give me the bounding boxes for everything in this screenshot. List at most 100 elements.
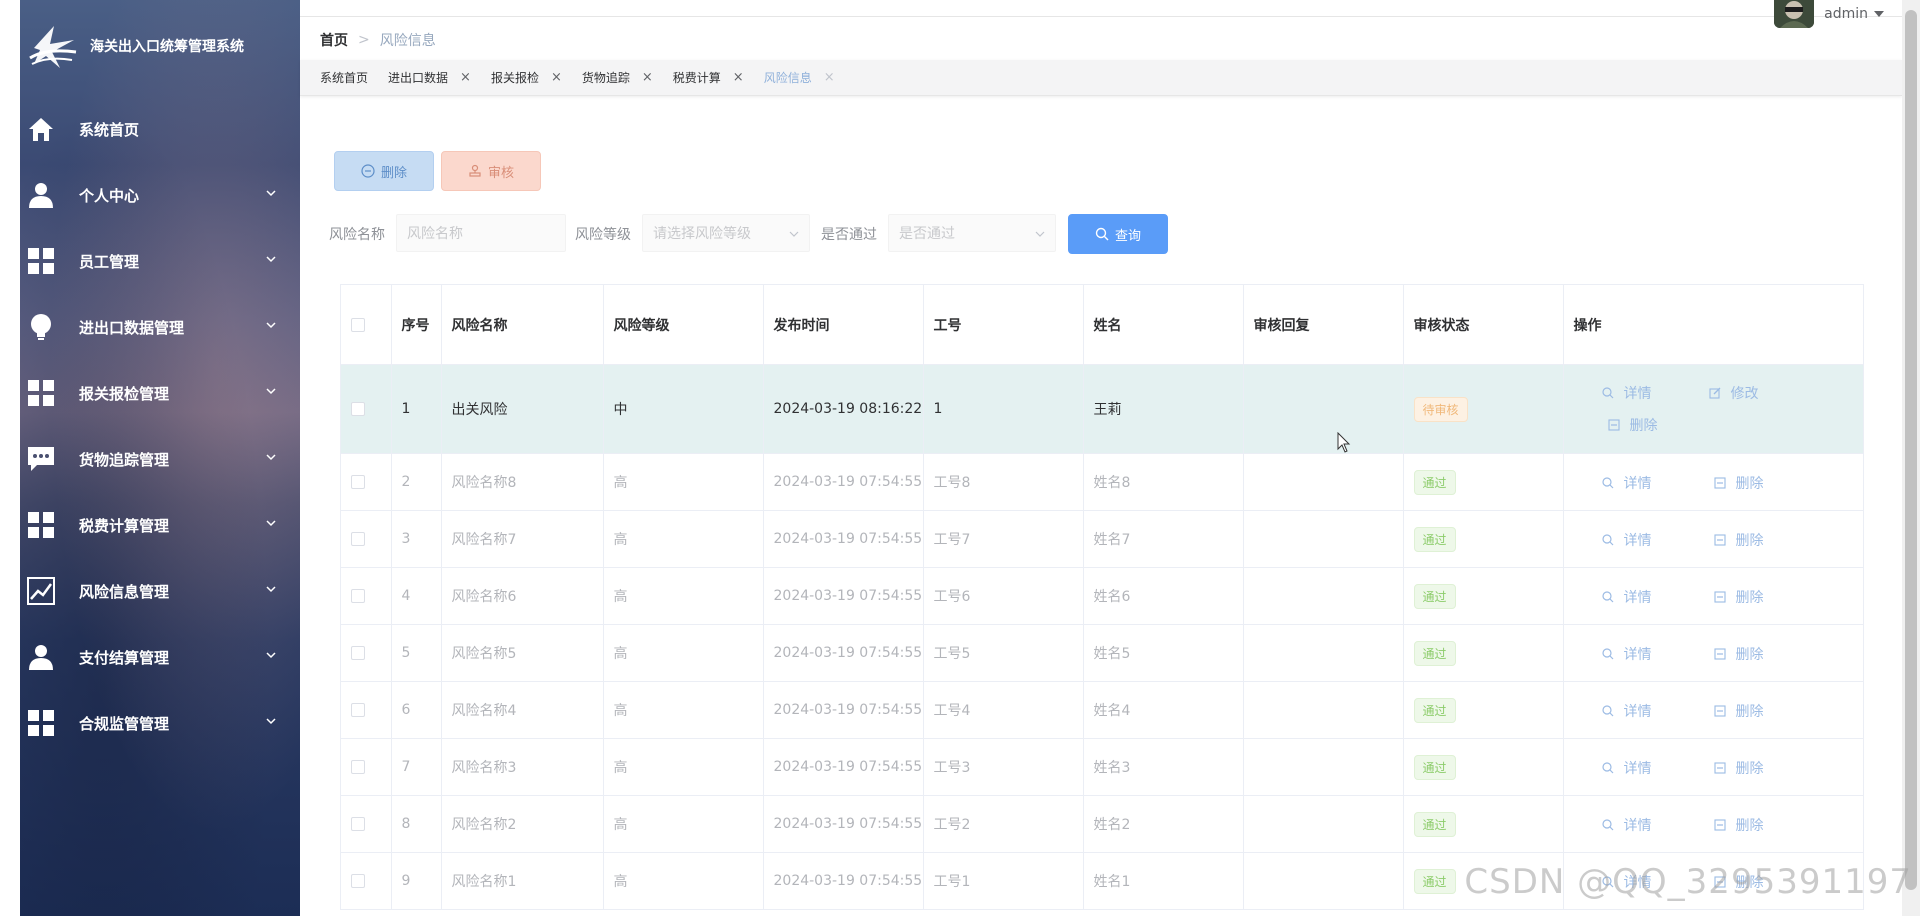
row-checkbox[interactable] [351,532,365,546]
row-checkbox[interactable] [351,475,365,489]
row-checkbox[interactable] [351,703,365,717]
risk-level-select[interactable]: 请选择风险等级 [642,214,810,252]
query-label: 查询 [1114,228,1141,244]
close-icon[interactable]: × [642,70,653,85]
detail-link[interactable]: 详情 [1601,530,1652,550]
sidebar-item-7[interactable]: 风险信息管理 [20,558,300,624]
tab-2[interactable]: 报关报检 × [491,69,562,86]
risk-name-input[interactable]: 风险名称 [396,214,566,252]
delete-link[interactable]: 删除 [1713,530,1764,550]
row-checkbox[interactable] [351,760,365,774]
cell-name: 风险名称5 [441,624,604,682]
batch-delete-button[interactable]: 删除 [334,151,434,191]
scrollbar-thumb[interactable] [1905,10,1917,890]
status-badge: 通过 [1413,583,1456,609]
left-edge [0,0,20,916]
cell-actions: 详情 删除 [1563,795,1864,853]
sidebar-item-0[interactable]: 系统首页 [20,96,300,162]
table-row[interactable]: 1 出关风险中 2024-03-19 08:16:22 1 王莉 待审核 详情 修改 删除 [341,364,1864,454]
row-checkbox[interactable] [351,589,365,603]
table-row[interactable]: 5 风险名称5 高 2024-03-19 07:54:55 工号5 姓名5 通过 详情 删除 [341,624,1864,682]
breadcrumb-home[interactable]: 首页 [320,30,348,50]
close-icon[interactable]: × [551,70,562,85]
row-checkbox[interactable] [351,646,365,660]
delete-link[interactable]: 删除 [1713,473,1764,493]
caret-down-icon[interactable] [1874,11,1884,17]
delete-link[interactable]: 删除 [1713,644,1764,664]
action-label: 详情 [1623,647,1652,663]
cell-name: 风险名称6 [441,567,604,625]
table-row[interactable]: 3 风险名称7 高 2024-03-19 07:54:55 工号7 姓名7 通过 详情 删除 [341,510,1864,568]
tab-5[interactable]: 风险信息 × [764,69,835,86]
sidebar-item-6[interactable]: 税费计算管理 [20,492,300,558]
sidebar-item-8[interactable]: 支付结算管理 [20,624,300,690]
tab-4[interactable]: 税费计算 × [673,69,744,86]
detail-link[interactable]: 详情 [1601,587,1652,607]
sidebar-item-1[interactable]: 个人中心 [20,162,300,228]
cell-name: 风险名称3 [441,738,604,796]
cell-status: 通过 [1403,453,1564,511]
detail-link[interactable]: 详情 [1601,644,1652,664]
minus-square-icon [1713,705,1731,717]
tab-3[interactable]: 货物追踪 × [582,69,653,86]
detail-link[interactable]: 详情 [1601,701,1652,721]
row-checkbox[interactable] [351,402,365,416]
delete-link[interactable]: 删除 [1713,815,1764,835]
close-icon[interactable]: × [460,70,471,85]
cell-emp_name: 姓名8 [1083,453,1244,511]
user-menu[interactable]: admin [1774,0,1884,28]
detail-link[interactable]: 详情 [1601,815,1652,835]
delete-link[interactable]: 删除 [1713,701,1764,721]
column-header: 操作 [1563,285,1864,365]
vertical-scrollbar[interactable] [1902,0,1920,916]
table-row[interactable]: 2 风险名称8 高 2024-03-19 07:54:55 工号8 姓名8 通过 详情 删除 [341,453,1864,511]
grid-icon [26,708,56,738]
row-checkbox[interactable] [351,874,365,888]
edit-link[interactable]: 修改 [1708,383,1759,403]
detail-link[interactable]: 详情 [1601,473,1652,493]
sidebar-item-2[interactable]: 员工管理 [20,228,300,294]
column-header: 姓名 [1083,285,1244,365]
row-checkbox[interactable] [351,817,365,831]
sidebar-item-label: 风险信息管理 [79,582,170,601]
table-row[interactable]: 7 风险名称3 高 2024-03-19 07:54:55 工号3 姓名3 通过 详情 删除 [341,738,1864,796]
sidebar-item-5[interactable]: 货物追踪管理 [20,426,300,492]
audit-button[interactable]: 审核 [441,151,541,191]
action-label: 删除 [1629,418,1658,434]
tab-label: 风险信息 [763,71,812,85]
sidebar-item-3[interactable]: 进出口数据管理 [20,294,300,360]
passed-select[interactable]: 是否通过 [888,214,1056,252]
risk-level-placeholder: 请选择风险等级 [653,226,751,242]
select-all-checkbox[interactable] [351,317,365,332]
detail-link[interactable]: 详情 [1601,383,1652,403]
cell-index: 6 [391,681,442,739]
edit-icon [1708,387,1726,399]
sidebar-item-9[interactable]: 合规监管管理 [20,690,300,756]
delete-link[interactable]: 删除 [1607,415,1658,435]
status-badge: 通过 [1413,811,1456,837]
user-icon [26,642,56,672]
chevron-down-icon [789,231,799,237]
tab-label: 货物追踪 [581,71,630,85]
close-icon[interactable]: × [824,70,835,85]
cell-emp_no: 工号3 [923,738,1084,796]
table-row[interactable]: 8 风险名称2 高 2024-03-19 07:54:55 工号2 姓名2 通过 详情 删除 [341,795,1864,853]
cell-status: 待审核 [1403,364,1564,454]
tab-1[interactable]: 进出口数据 × [388,69,471,86]
tab-0[interactable]: 系统首页 [320,69,368,86]
table-row[interactable]: 6 风险名称4 高 2024-03-19 07:54:55 工号4 姓名4 通过 详情 删除 [341,681,1864,739]
search-icon [1601,591,1619,603]
cell-emp_name: 姓名1 [1083,852,1244,910]
username[interactable]: admin [1824,6,1868,22]
close-icon[interactable]: × [733,70,744,85]
query-button[interactable]: 查询 [1068,214,1168,254]
sidebar-item-4[interactable]: 报关报检管理 [20,360,300,426]
grid-icon [26,246,56,276]
detail-link[interactable]: 详情 [1601,758,1652,778]
top-bar [300,0,1920,17]
cell-name: 风险名称1 [441,852,604,910]
delete-link[interactable]: 删除 [1713,587,1764,607]
table-row[interactable]: 4 风险名称6 高 2024-03-19 07:54:55 工号6 姓名6 通过 详情 删除 [341,567,1864,625]
delete-link[interactable]: 删除 [1713,758,1764,778]
avatar[interactable] [1774,0,1815,28]
